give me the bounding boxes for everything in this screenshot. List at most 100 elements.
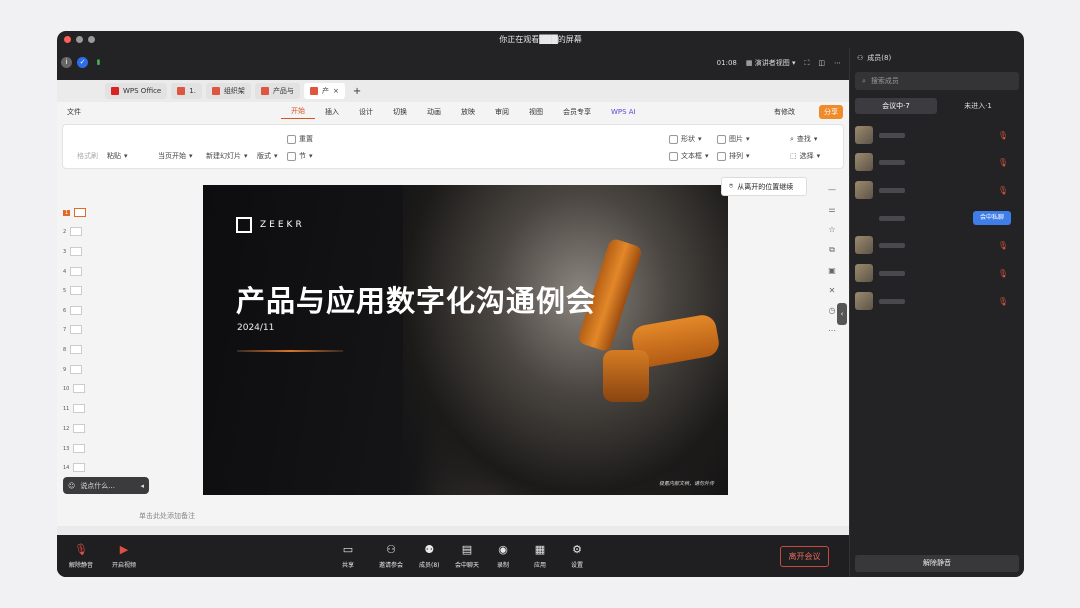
notes-placeholder[interactable]: 单击此处添加备注 — [139, 511, 195, 521]
close-window-button[interactable] — [64, 36, 71, 43]
slide-thumb[interactable]: 9 — [63, 365, 83, 374]
slide-canvas[interactable]: ZEEKR 产品与应用数字化沟通例会 2024/11 极氪内部文档，请勿外传 — [203, 185, 728, 495]
member-search-input[interactable]: ⌕ 搜索成员 — [855, 72, 1019, 90]
slide-thumb[interactable]: 3 — [63, 247, 83, 256]
avatar — [855, 126, 873, 144]
format-painter-button[interactable]: 格式刷 — [77, 151, 98, 161]
more-dots-icon[interactable]: ⋯ — [825, 326, 839, 335]
tab-doc-2[interactable]: 组织架 — [205, 83, 251, 99]
image-icon[interactable]: ▣ — [825, 266, 839, 275]
member-row[interactable]: 会中私聊 — [855, 208, 1019, 228]
find-button[interactable]: ⌕ 查找 ▾ — [790, 134, 817, 144]
menu-item-design[interactable]: 设计 — [349, 107, 383, 117]
tab-not-joined[interactable]: 未进入·1 — [937, 98, 1019, 114]
slide-thumb[interactable]: 2 — [63, 227, 83, 236]
tools-icon[interactable]: ✕ — [825, 286, 839, 295]
start-video-button[interactable]: ▶ 开启视频 — [112, 544, 136, 570]
modified-indicator[interactable]: 有修改 — [774, 107, 795, 117]
slide-thumb[interactable]: 11 — [63, 404, 86, 413]
minimize-window-button[interactable] — [76, 36, 83, 43]
members-button[interactable]: ⚉ 成员(8) — [419, 544, 440, 570]
menu-item-transition[interactable]: 切换 — [383, 107, 417, 117]
add-tab-icon[interactable]: + — [353, 86, 361, 97]
textbox-button[interactable]: 文本框 ▾ — [669, 151, 709, 161]
unmute-button[interactable]: 🎙 解除静音 — [69, 544, 93, 570]
slide-thumb[interactable]: 5 — [63, 286, 83, 295]
signal-icon[interactable]: ▮ — [93, 57, 104, 68]
menu-item-slideshow[interactable]: 放映 — [451, 107, 485, 117]
slide-thumb[interactable]: 14 — [63, 463, 86, 472]
menu-item-animation[interactable]: 动画 — [417, 107, 451, 117]
shape-button[interactable]: 形状 ▾ — [669, 134, 702, 144]
menu-item-file[interactable]: 文件 — [57, 107, 91, 117]
info-icon[interactable]: i — [61, 57, 72, 68]
tab-doc-3[interactable]: 产品与 — [254, 83, 300, 99]
menu-item-review[interactable]: 审阅 — [485, 107, 519, 117]
member-row[interactable]: 🎙 — [855, 152, 1019, 172]
menu-item-wps-ai[interactable]: WPS AI — [601, 108, 646, 116]
sliders-icon[interactable]: ⚌ — [825, 205, 839, 214]
fullscreen-icon[interactable]: ⛶ — [804, 59, 809, 68]
collapse-sidebar-button[interactable]: ‹ — [837, 303, 847, 325]
arrange-button[interactable]: 排列 ▾ — [717, 151, 750, 161]
slide-thumb[interactable]: 8 — [63, 345, 83, 354]
select-button[interactable]: ⬚ 选择 ▾ — [790, 151, 820, 161]
leave-meeting-button[interactable]: 离开会议 — [780, 546, 829, 567]
settings-button[interactable]: ⚙ 设置 — [571, 544, 583, 570]
tab-wps-office[interactable]: WPS Office — [105, 83, 168, 99]
invite-button[interactable]: ⚇ 邀请参会 — [379, 544, 403, 570]
section-button[interactable]: 节 ▾ — [287, 151, 313, 161]
tab-doc-4[interactable]: 产 × — [303, 83, 345, 99]
slide-thumb-image — [70, 267, 83, 276]
section-icon — [287, 151, 296, 161]
star-icon[interactable]: ☆ — [825, 225, 839, 234]
private-chat-badge[interactable]: 会中私聊 — [973, 211, 1011, 225]
reset-button[interactable]: 重置 — [287, 134, 313, 144]
textbox-icon — [669, 151, 678, 161]
tab-doc-1[interactable]: 1. — [171, 83, 202, 99]
layout-button[interactable]: 版式 ▾ — [257, 151, 278, 161]
menu-item-insert[interactable]: 插入 — [315, 107, 349, 117]
slide-thumb[interactable]: 4 — [63, 267, 83, 276]
chat-button[interactable]: ▤ 会中聊天 — [455, 544, 479, 570]
paste-button[interactable]: 粘贴 ▾ — [107, 151, 128, 161]
member-row[interactable]: 🎙 — [855, 125, 1019, 145]
meeting-top-bar: i ✓ ▮ 01:08 ▦ 演讲者视图 ▾ ⛶ ◫ ⋯ — [57, 48, 849, 80]
slide-thumb[interactable]: 1 — [63, 208, 87, 217]
slide-thumb[interactable]: 13 — [63, 444, 86, 453]
share-doc-button[interactable]: 分享 — [819, 105, 843, 119]
play-from-current-button[interactable]: 当页开始 ▾ — [158, 151, 193, 161]
member-row[interactable]: 🎙 — [855, 180, 1019, 200]
wps-logo-icon — [111, 87, 119, 95]
menu-item-home[interactable]: 开始 — [281, 106, 315, 119]
more-icon[interactable]: ⋯ — [834, 59, 841, 67]
slide-thumb[interactable]: 10 — [63, 384, 86, 393]
menu-item-view[interactable]: 视图 — [519, 107, 553, 117]
zoom-window-button[interactable] — [88, 36, 95, 43]
menu-item-member[interactable]: 会员专享 — [553, 107, 601, 117]
slide-thumb[interactable]: 7 — [63, 325, 83, 334]
record-button[interactable]: ◉ 录制 — [497, 544, 509, 570]
member-row[interactable]: 🎙 — [855, 291, 1019, 311]
resume-position-button[interactable]: ⌾ 从离开的位置继续 — [721, 177, 807, 196]
picture-button[interactable]: 图片 ▾ — [717, 134, 750, 144]
shield-icon[interactable]: ✓ — [77, 57, 88, 68]
tab-in-meeting[interactable]: 会议中·7 — [855, 98, 937, 114]
share-button[interactable]: ▭ 共享 — [342, 544, 354, 570]
search-icon: ⌕ — [862, 76, 866, 85]
slide-thumb[interactable]: 6 — [63, 306, 83, 315]
member-row[interactable]: 🎙 — [855, 263, 1019, 283]
copy-icon[interactable]: ⧉ — [825, 245, 839, 255]
cursor-icon: ⬚ — [790, 152, 797, 160]
minus-icon[interactable]: — — [825, 185, 839, 194]
view-mode-dropdown[interactable]: ▦ 演讲者视图 ▾ — [746, 58, 796, 68]
new-slide-button[interactable]: 新建幻灯片 ▾ — [206, 151, 248, 161]
apps-button[interactable]: ▦ 应用 — [534, 544, 546, 570]
slide-thumb[interactable]: 12 — [63, 424, 86, 433]
unmute-all-button[interactable]: 解除静音 — [855, 555, 1019, 572]
panel-icon[interactable]: ◫ — [818, 59, 825, 67]
chat-input[interactable]: ☺ 说点什么... ◂ — [63, 477, 149, 494]
member-row[interactable]: 🎙 — [855, 235, 1019, 255]
close-tab-icon[interactable]: × — [333, 87, 339, 95]
collapse-icon[interactable]: ◂ — [140, 482, 144, 490]
